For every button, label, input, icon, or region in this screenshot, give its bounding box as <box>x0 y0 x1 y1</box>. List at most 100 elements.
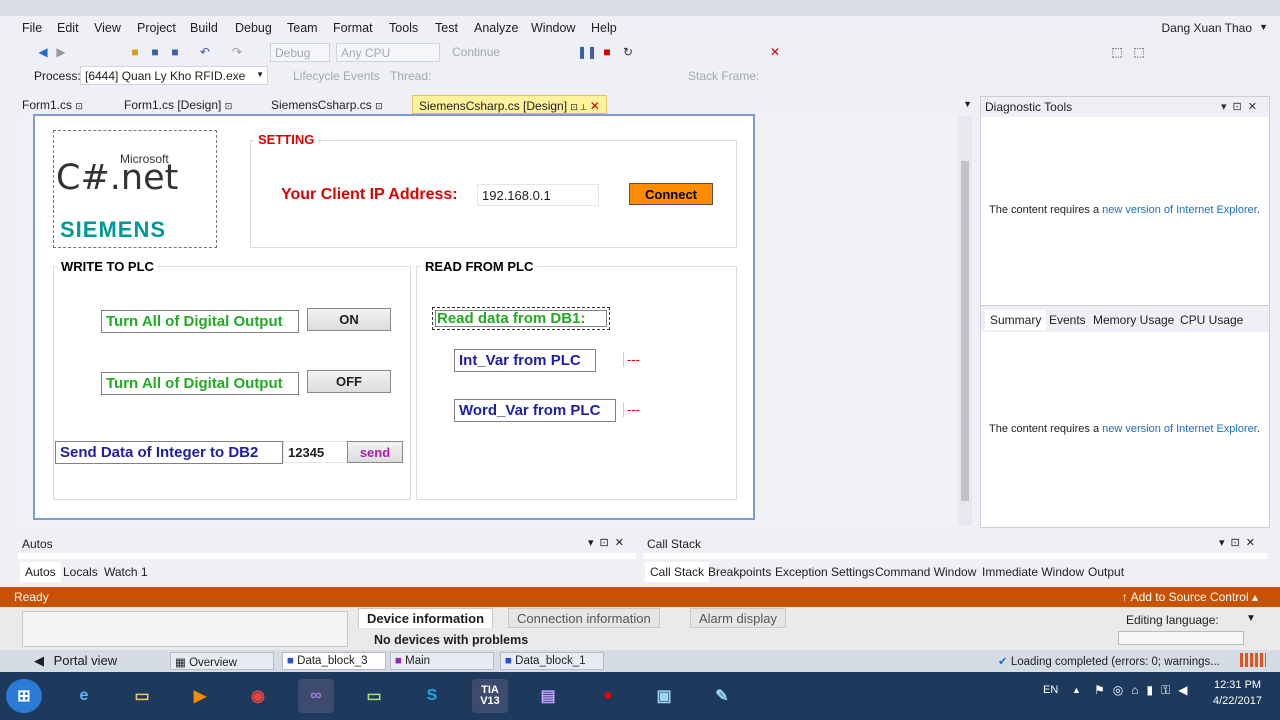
menu-edit[interactable]: Edit <box>57 21 79 35</box>
file-explorer-icon[interactable]: ▭ <box>124 679 160 713</box>
tab-events[interactable]: Events <box>1044 310 1091 330</box>
menu-debug[interactable]: Debug <box>235 21 272 35</box>
designer-scrollbar[interactable] <box>958 116 972 526</box>
panel-window-icons[interactable]: ▾⊡✕ <box>588 536 630 549</box>
pen-icon[interactable]: ✎ <box>704 679 740 713</box>
winrar-icon[interactable]: ▤ <box>530 679 566 713</box>
chrome-icon[interactable]: ◉ <box>240 679 276 713</box>
send-button[interactable]: send <box>347 441 403 463</box>
tab-main[interactable]: ■ Main <box>390 652 494 670</box>
read-db1-label[interactable]: Read data from DB1: <box>432 307 610 330</box>
form-designer[interactable]: Microsoft C#.net SIEMENS SETTING Your Cl… <box>33 114 755 520</box>
pin-icon[interactable]: ⊡ ⟂ <box>570 102 586 112</box>
tab-form1-design[interactable]: Form1.cs [Design] ⊡ <box>118 95 238 114</box>
config-combo[interactable]: Debug <box>270 43 330 62</box>
panel-window-icons[interactable]: ▾⊡✕ <box>1219 536 1261 549</box>
tab-immediate-window[interactable]: Immediate Window <box>977 562 1089 582</box>
menu-file[interactable]: File <box>22 21 42 35</box>
tab-cpu-usage[interactable]: CPU Usage <box>1175 310 1248 330</box>
horizontal-scrollbar[interactable] <box>1118 631 1244 645</box>
tab-overview[interactable]: ▦ Overview <box>170 652 274 670</box>
ie-link[interactable]: new version of Internet Explorer <box>1102 204 1257 216</box>
ip-input[interactable]: 192.168.0.1 <box>477 184 599 206</box>
undo-icon[interactable]: ↶ <box>198 45 212 59</box>
tab-connection-information[interactable]: Connection information <box>508 608 660 628</box>
redo-icon[interactable]: ↷ <box>230 45 244 59</box>
tab-autos[interactable]: Autos <box>20 562 61 582</box>
process-combo[interactable]: [6444] Quan Ly Kho RFID.exe ▼ <box>80 66 268 85</box>
tab-data-block-1[interactable]: ■ Data_block_1 <box>500 652 604 670</box>
pin-icon[interactable]: ⊡ <box>375 101 383 111</box>
menu-build[interactable]: Build <box>190 21 218 35</box>
tab-exception-settings[interactable]: Exception Settings <box>770 562 879 582</box>
user-dropdown-icon[interactable]: ▼ <box>1259 22 1268 32</box>
tab-memory-usage[interactable]: Memory Usage <box>1088 310 1179 330</box>
ie-link[interactable]: new version of Internet Explorer <box>1102 423 1257 435</box>
tab-summary[interactable]: Summary <box>985 310 1047 330</box>
tab-output[interactable]: Output <box>1083 562 1129 582</box>
document-icon[interactable]: ▣ <box>646 679 682 713</box>
menu-project[interactable]: Project <box>137 21 176 35</box>
media-player-icon[interactable]: ▶ <box>182 679 218 713</box>
tab-watch1[interactable]: Watch 1 <box>99 562 153 582</box>
tray-icons[interactable]: ⚑◎⌂▮⚿◀ <box>1094 683 1195 698</box>
clock-time[interactable]: 12:31 PM <box>1214 679 1261 691</box>
folder-icon[interactable]: ▭ <box>356 679 392 713</box>
skype-icon[interactable]: S <box>414 679 450 713</box>
panel-window-icons[interactable]: ▾⊡✕ <box>1221 100 1263 113</box>
restart-icon[interactable]: ↻ <box>621 45 635 59</box>
visual-studio-icon[interactable]: ∞ <box>298 679 334 713</box>
layout2-icon[interactable]: ⬚ <box>1132 45 1146 59</box>
stop-icon[interactable]: ■ <box>600 45 614 59</box>
menu-window[interactable]: Window <box>531 21 575 35</box>
tab-alarm-display[interactable]: Alarm display <box>690 608 787 628</box>
layout-icon[interactable]: ⬚ <box>1110 45 1124 59</box>
user-name[interactable]: Dang Xuan Thao <box>1161 21 1252 35</box>
menu-tools[interactable]: Tools <box>389 21 418 35</box>
menu-analyze[interactable]: Analyze <box>474 21 518 35</box>
menu-team[interactable]: Team <box>287 21 318 35</box>
language-indicator[interactable]: EN <box>1043 684 1058 696</box>
tia-portal-icon[interactable]: TIA V13 <box>472 679 508 713</box>
pin-icon[interactable]: ⊡ <box>225 101 233 111</box>
start-button-icon[interactable]: ⊞ <box>6 679 42 713</box>
chevron-down-icon[interactable]: ▼ <box>1246 613 1256 624</box>
on-button[interactable]: ON <box>307 308 391 331</box>
tab-call-stack[interactable]: Call Stack <box>645 562 710 582</box>
save-icon[interactable]: ■ <box>148 45 162 59</box>
tab-overflow-icon[interactable]: ▼ <box>963 99 972 109</box>
platform-combo[interactable]: Any CPU <box>336 43 440 62</box>
open-folder-icon[interactable]: ■ <box>128 45 142 59</box>
logo-picturebox[interactable]: Microsoft C#.net SIEMENS <box>53 130 217 248</box>
scrollbar-thumb[interactable] <box>961 161 969 501</box>
tab-form1-cs[interactable]: Form1.cs ⊡ <box>16 95 89 114</box>
record-icon[interactable]: ● <box>590 679 626 713</box>
connect-button[interactable]: Connect <box>629 183 713 205</box>
add-source-control[interactable]: ↑ Add to Source Control ▴ <box>1122 590 1258 604</box>
menu-test[interactable]: Test <box>435 21 458 35</box>
tab-data-block-3[interactable]: ■ Data_block_3 <box>282 652 386 670</box>
pause-icon[interactable]: ❚❚ <box>577 45 597 59</box>
exception-icon[interactable]: ✕ <box>768 45 782 59</box>
menu-format[interactable]: Format <box>333 21 373 35</box>
lifecycle-events[interactable]: Lifecycle Events <box>293 69 380 83</box>
tab-breakpoints[interactable]: Breakpoints <box>703 562 776 582</box>
pin-icon[interactable]: ⊡ <box>75 101 83 111</box>
forward-icon[interactable]: ▶ <box>54 45 68 59</box>
internet-explorer-icon[interactable]: e <box>66 679 102 713</box>
tab-siemens-cs[interactable]: SiemensCsharp.cs ⊡ <box>265 95 389 114</box>
menu-view[interactable]: View <box>94 21 121 35</box>
off-button[interactable]: OFF <box>307 370 391 393</box>
portal-view-button[interactable]: ◀ Portal view <box>34 653 117 669</box>
tab-command-window[interactable]: Command Window <box>870 562 981 582</box>
clock-date[interactable]: 4/22/2017 <box>1213 695 1262 707</box>
tab-device-information[interactable]: Device information <box>358 608 494 628</box>
tray-expand-icon[interactable]: ▲ <box>1072 685 1081 695</box>
save-all-icon[interactable]: ■ <box>168 45 182 59</box>
tab-siemens-design[interactable]: SiemensCsharp.cs [Design] ⊡ ⟂ ✕ <box>412 95 607 114</box>
send-value-input[interactable]: 12345 <box>283 441 349 463</box>
tab-locals[interactable]: Locals <box>58 562 103 582</box>
close-icon[interactable]: ✕ <box>590 99 600 113</box>
menu-help[interactable]: Help <box>591 21 617 35</box>
back-icon[interactable]: ◀ <box>36 45 50 59</box>
